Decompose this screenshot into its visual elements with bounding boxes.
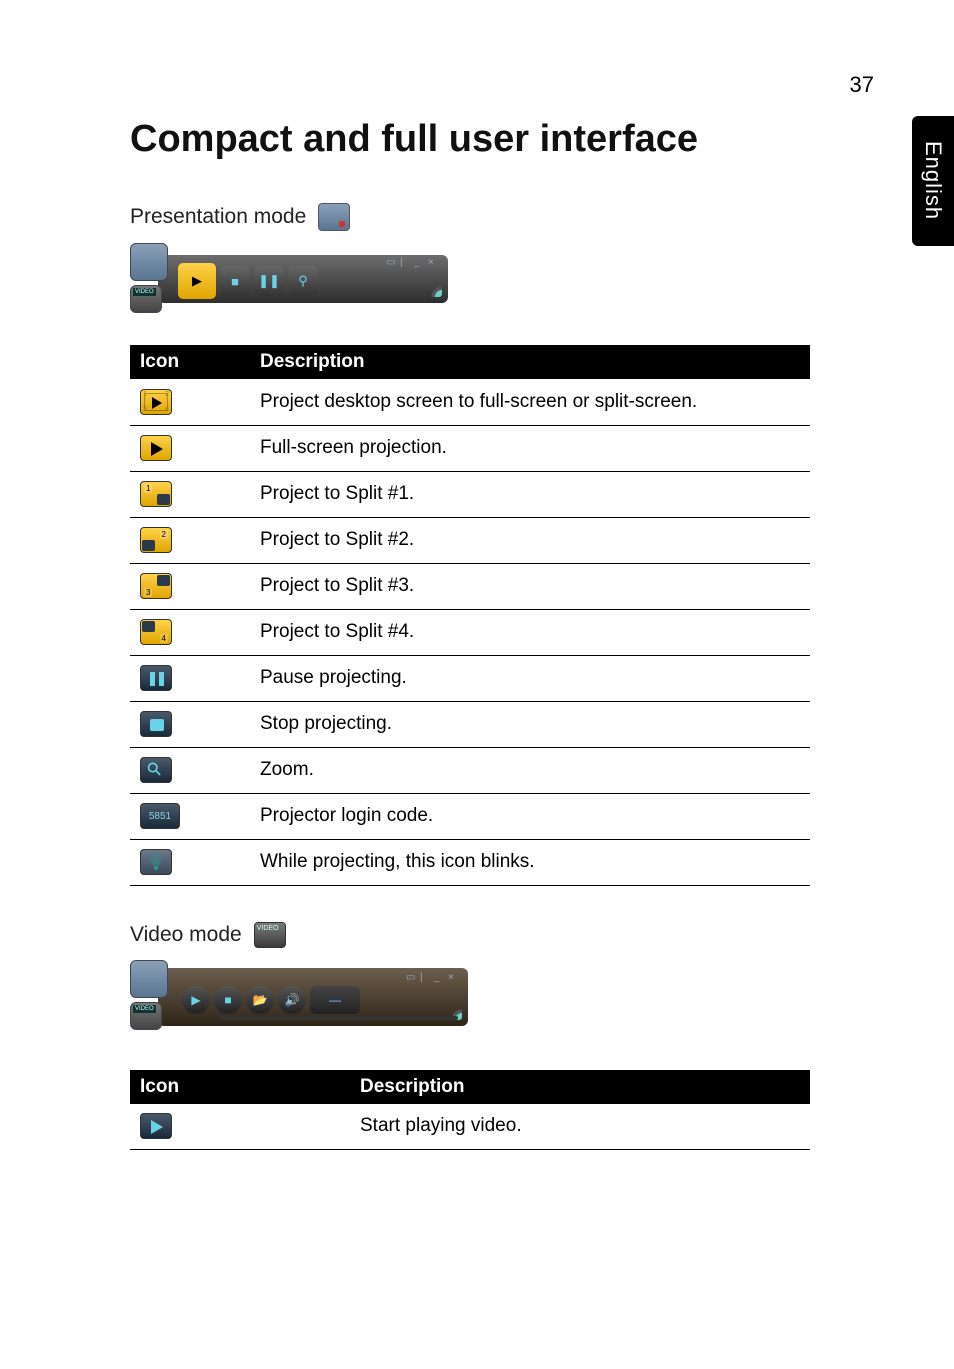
table-header-icon: Icon xyxy=(130,345,250,379)
window-collapse-icon: ▭ xyxy=(386,257,396,267)
table-row: Full-screen projection. xyxy=(130,425,810,471)
toolbar-drag-tab xyxy=(130,243,168,281)
split-3-icon: 3 xyxy=(140,573,172,599)
pause-icon xyxy=(140,665,172,691)
video-volume-button: 🔊 xyxy=(278,986,306,1014)
table-row: 1 Project to Split #1. xyxy=(130,471,810,517)
video-open-button: 📂 xyxy=(246,986,274,1014)
split-2-icon: 2 xyxy=(140,527,172,553)
window-minimize-icon: _ xyxy=(434,972,444,982)
window-collapse-icon: ▭ xyxy=(406,972,416,982)
cell-desc: Start playing video. xyxy=(350,1104,810,1150)
projecting-blink-icon xyxy=(140,849,172,875)
login-code-icon: 5851 xyxy=(140,803,180,829)
table-row: 4 Project to Split #4. xyxy=(130,609,810,655)
cell-desc: Full-screen projection. xyxy=(250,425,810,471)
window-close-icon: × xyxy=(448,972,458,982)
cell-desc: Pause projecting. xyxy=(250,655,810,701)
presentation-mode-icon xyxy=(318,203,350,231)
cell-desc: Stop projecting. xyxy=(250,701,810,747)
window-close-icon: × xyxy=(428,257,438,267)
presentation-mode-label: Presentation mode xyxy=(130,205,306,229)
video-icon-table: Icon Description Start playing video. xyxy=(130,1070,810,1151)
cell-desc: Project to Split #3. xyxy=(250,563,810,609)
page-number: 37 xyxy=(850,72,874,98)
video-toolbar-drag-tab xyxy=(130,960,168,998)
cell-desc: While projecting, this icon blinks. xyxy=(250,839,810,885)
project-split-icon: 1234 xyxy=(140,389,172,415)
cell-desc: Project to Split #2. xyxy=(250,517,810,563)
table-row: Zoom. xyxy=(130,747,810,793)
table-row: 1234 Project desktop screen to full-scre… xyxy=(130,379,810,425)
video-progress-slider xyxy=(218,1016,458,1020)
table-row: 5851 Projector login code. xyxy=(130,793,810,839)
presentation-icon-table: Icon Description 1234 Project desktop sc… xyxy=(130,345,810,886)
table-header-icon: Icon xyxy=(130,1070,350,1104)
video-volume-slider: — xyxy=(310,986,360,1014)
toolbar-stop-button: ■ xyxy=(220,266,250,296)
language-tab: English xyxy=(912,116,954,246)
video-tab-label-2: VIDEO xyxy=(133,1005,156,1013)
split-1-icon: 1 xyxy=(140,481,172,507)
video-mode-icon: VIDEO xyxy=(254,922,286,948)
window-minimize-icon: _ xyxy=(414,257,424,267)
video-toolbar-video-tab: VIDEO xyxy=(130,1002,162,1030)
page-title: Compact and full user interface xyxy=(130,118,810,161)
toolbar-zoom-button: ⚲ xyxy=(288,266,318,296)
video-stop-button: ■ xyxy=(214,986,242,1014)
start-video-icon xyxy=(140,1113,172,1139)
cell-desc: Project to Split #1. xyxy=(250,471,810,517)
window-separator: | xyxy=(420,972,430,982)
video-play-button: ▶ xyxy=(182,986,210,1014)
cell-desc: Project to Split #4. xyxy=(250,609,810,655)
cell-desc: Project desktop screen to full-screen or… xyxy=(250,379,810,425)
toolbar-video-tab: VIDEO xyxy=(130,285,162,313)
table-row: Start playing video. xyxy=(130,1104,810,1150)
table-row: Pause projecting. xyxy=(130,655,810,701)
window-controls: ▭ | _ × xyxy=(386,257,438,267)
window-separator: | xyxy=(400,257,410,267)
video-toolbar-figure: ▭ | _ × VIDEO ▶ ■ 📂 🔊 — xyxy=(130,960,470,1042)
video-mode-header: Video mode VIDEO xyxy=(130,922,810,948)
stop-icon xyxy=(140,711,172,737)
page-content: Compact and full user interface Presenta… xyxy=(130,118,810,1186)
toolbar-pause-button: ❚❚ xyxy=(254,266,284,296)
zoom-icon xyxy=(140,757,172,783)
table-row: Stop projecting. xyxy=(130,701,810,747)
table-row: 2 Project to Split #2. xyxy=(130,517,810,563)
video-toolbar-buttons: ▶ ■ 📂 🔊 — xyxy=(182,986,360,1014)
cell-desc: Zoom. xyxy=(250,747,810,793)
video-mode-label: Video mode xyxy=(130,923,242,947)
cell-desc: Projector login code. xyxy=(250,793,810,839)
toolbar-project-button: ▶ xyxy=(178,263,216,299)
video-window-controls: ▭ | _ × xyxy=(406,972,458,982)
table-row: 3 Project to Split #3. xyxy=(130,563,810,609)
table-row: While projecting, this icon blinks. xyxy=(130,839,810,885)
presentation-mode-header: Presentation mode xyxy=(130,203,810,231)
wifi-status-icon xyxy=(424,283,442,297)
video-tab-label: VIDEO xyxy=(133,288,156,296)
fullscreen-projection-icon xyxy=(140,435,172,461)
presentation-toolbar-figure: ▭ | _ × VIDEO ▶ ■ ❚❚ ⚲ xyxy=(130,243,450,321)
table-header-description: Description xyxy=(250,345,810,379)
split-4-icon: 4 xyxy=(140,619,172,645)
table-header-description: Description xyxy=(350,1070,810,1104)
toolbar-buttons: ▶ ■ ❚❚ ⚲ xyxy=(178,263,318,299)
